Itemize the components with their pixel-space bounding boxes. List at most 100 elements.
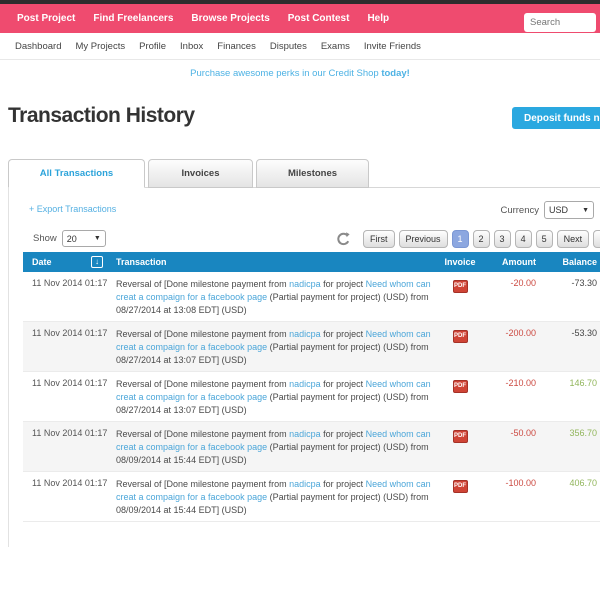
row-balance: 356.70 bbox=[536, 428, 599, 471]
table-header: Date ↓ Transaction Invoice Amount Balanc… bbox=[23, 252, 600, 272]
nav-post-contest[interactable]: Post Contest bbox=[279, 13, 359, 24]
header-amount: Amount bbox=[479, 257, 536, 267]
currency-control: Currency USD ▼ bbox=[500, 201, 594, 219]
show-value: 20 bbox=[67, 234, 77, 244]
user-link[interactable]: nadicpa bbox=[289, 279, 321, 289]
row-transaction: Reversal of [Done milestone payment from… bbox=[109, 378, 441, 421]
subnav-profile[interactable]: Profile bbox=[132, 41, 173, 52]
transactions-table: Date ↓ Transaction Invoice Amount Balanc… bbox=[23, 252, 600, 522]
show-control: Show 20 ▼ bbox=[33, 230, 106, 247]
row-balance: 406.70 bbox=[536, 478, 599, 521]
user-link[interactable]: nadicpa bbox=[289, 329, 321, 339]
pagination-next-button[interactable]: Next bbox=[557, 230, 590, 248]
user-link[interactable]: nadicpa bbox=[289, 429, 321, 439]
row-transaction: Reversal of [Done milestone payment from… bbox=[109, 278, 441, 321]
pdf-icon[interactable]: PDF bbox=[453, 280, 468, 293]
user-link[interactable]: nadicpa bbox=[289, 479, 321, 489]
subnav-dashboard[interactable]: Dashboard bbox=[8, 41, 68, 52]
table-row: 11 Nov 2014 01:17 Reversal of [Done mile… bbox=[23, 322, 600, 372]
row-invoice: PDF bbox=[441, 378, 479, 421]
row-transaction: Reversal of [Done milestone payment from… bbox=[109, 328, 441, 371]
tab-milestones[interactable]: Milestones bbox=[256, 159, 369, 188]
sub-navbar: Dashboard My Projects Profile Inbox Fina… bbox=[0, 33, 600, 60]
promo-bold: today! bbox=[381, 68, 410, 79]
subnav-my-projects[interactable]: My Projects bbox=[68, 41, 132, 52]
tx-text: for project bbox=[321, 479, 366, 489]
transaction-history-page: Post Project Find Freelancers Browse Pro… bbox=[0, 0, 600, 600]
subnav-disputes[interactable]: Disputes bbox=[263, 41, 314, 52]
tx-text: Reversal of [Done milestone payment from bbox=[116, 329, 289, 339]
transaction-tabs: All Transactions Invoices Milestones bbox=[8, 159, 372, 188]
tx-text: Reversal of [Done milestone payment from bbox=[116, 279, 289, 289]
pagination-page-3[interactable]: 3 bbox=[494, 230, 511, 248]
row-transaction: Reversal of [Done milestone payment from… bbox=[109, 428, 441, 471]
tx-text: for project bbox=[321, 329, 366, 339]
nav-browse-projects[interactable]: Browse Projects bbox=[182, 13, 278, 24]
table-row: 11 Nov 2014 01:17 Reversal of [Done mile… bbox=[23, 372, 600, 422]
search-input[interactable] bbox=[524, 13, 596, 32]
subnav-exams[interactable]: Exams bbox=[314, 41, 357, 52]
tx-text: for project bbox=[321, 279, 366, 289]
row-amount: -200.00 bbox=[479, 328, 536, 371]
page-title: Transaction History bbox=[8, 104, 195, 128]
pdf-icon[interactable]: PDF bbox=[453, 480, 468, 493]
tx-text: Reversal of [Done milestone payment from bbox=[116, 379, 289, 389]
show-label: Show bbox=[33, 233, 57, 244]
pagination-page-2[interactable]: 2 bbox=[473, 230, 490, 248]
currency-label: Currency bbox=[500, 205, 539, 216]
subnav-finances[interactable]: Finances bbox=[210, 41, 263, 52]
pagination-page-1[interactable]: 1 bbox=[452, 230, 469, 248]
pagination-last-button[interactable]: Last bbox=[593, 230, 600, 248]
subnav-invite-friends[interactable]: Invite Friends bbox=[357, 41, 428, 52]
currency-value: USD bbox=[549, 205, 568, 215]
row-invoice: PDF bbox=[441, 328, 479, 371]
row-amount: -210.00 bbox=[479, 378, 536, 421]
pagination-first-button[interactable]: First bbox=[363, 230, 395, 248]
row-amount: -20.00 bbox=[479, 278, 536, 321]
deposit-funds-button[interactable]: Deposit funds now bbox=[512, 107, 600, 129]
user-link[interactable]: nadicpa bbox=[289, 379, 321, 389]
subnav-inbox[interactable]: Inbox bbox=[173, 41, 210, 52]
tx-text: Reversal of [Done milestone payment from bbox=[116, 429, 289, 439]
table-row: 11 Nov 2014 01:17 Reversal of [Done mile… bbox=[23, 472, 600, 522]
pagination: First Previous 1 2 3 4 5 Next Last bbox=[363, 230, 600, 248]
pagination-page-4[interactable]: 4 bbox=[515, 230, 532, 248]
row-amount: -50.00 bbox=[479, 428, 536, 471]
nav-post-project[interactable]: Post Project bbox=[8, 13, 84, 24]
export-transactions-link[interactable]: + Export Transactions bbox=[29, 204, 116, 214]
pagination-previous-button[interactable]: Previous bbox=[399, 230, 448, 248]
pdf-icon[interactable]: PDF bbox=[453, 330, 468, 343]
row-date: 11 Nov 2014 01:17 bbox=[23, 478, 109, 521]
chevron-down-icon: ▼ bbox=[94, 235, 101, 242]
pdf-icon[interactable]: PDF bbox=[453, 380, 468, 393]
row-amount: -100.00 bbox=[479, 478, 536, 521]
row-invoice: PDF bbox=[441, 428, 479, 471]
nav-help[interactable]: Help bbox=[358, 13, 398, 24]
currency-select[interactable]: USD ▼ bbox=[544, 201, 594, 219]
show-select[interactable]: 20 ▼ bbox=[62, 230, 106, 247]
row-invoice: PDF bbox=[441, 478, 479, 521]
row-date: 11 Nov 2014 01:17 bbox=[23, 428, 109, 471]
chevron-down-icon: ▼ bbox=[582, 207, 589, 214]
row-date: 11 Nov 2014 01:17 bbox=[23, 378, 109, 421]
tab-all-transactions[interactable]: All Transactions bbox=[8, 159, 145, 188]
header-date: Date ↓ bbox=[23, 256, 109, 268]
tx-text: for project bbox=[321, 379, 366, 389]
refresh-icon[interactable] bbox=[335, 231, 352, 248]
row-invoice: PDF bbox=[441, 278, 479, 321]
row-balance: 146.70 bbox=[536, 378, 599, 421]
row-transaction: Reversal of [Done milestone payment from… bbox=[109, 478, 441, 521]
pagination-page-5[interactable]: 5 bbox=[536, 230, 553, 248]
header-transaction: Transaction bbox=[109, 257, 441, 267]
row-date: 11 Nov 2014 01:17 bbox=[23, 328, 109, 371]
header-date-label: Date bbox=[32, 257, 52, 267]
nav-find-freelancers[interactable]: Find Freelancers bbox=[84, 13, 182, 24]
main-navbar: Post Project Find Freelancers Browse Pro… bbox=[0, 4, 600, 33]
sort-icon[interactable]: ↓ bbox=[91, 256, 103, 268]
tx-text: for project bbox=[321, 429, 366, 439]
tab-invoices[interactable]: Invoices bbox=[148, 159, 253, 188]
row-date: 11 Nov 2014 01:17 bbox=[23, 278, 109, 321]
pdf-icon[interactable]: PDF bbox=[453, 430, 468, 443]
credit-shop-promo[interactable]: Purchase awesome perks in our Credit Sho… bbox=[0, 60, 600, 88]
table-row: 11 Nov 2014 01:17 Reversal of [Done mile… bbox=[23, 422, 600, 472]
